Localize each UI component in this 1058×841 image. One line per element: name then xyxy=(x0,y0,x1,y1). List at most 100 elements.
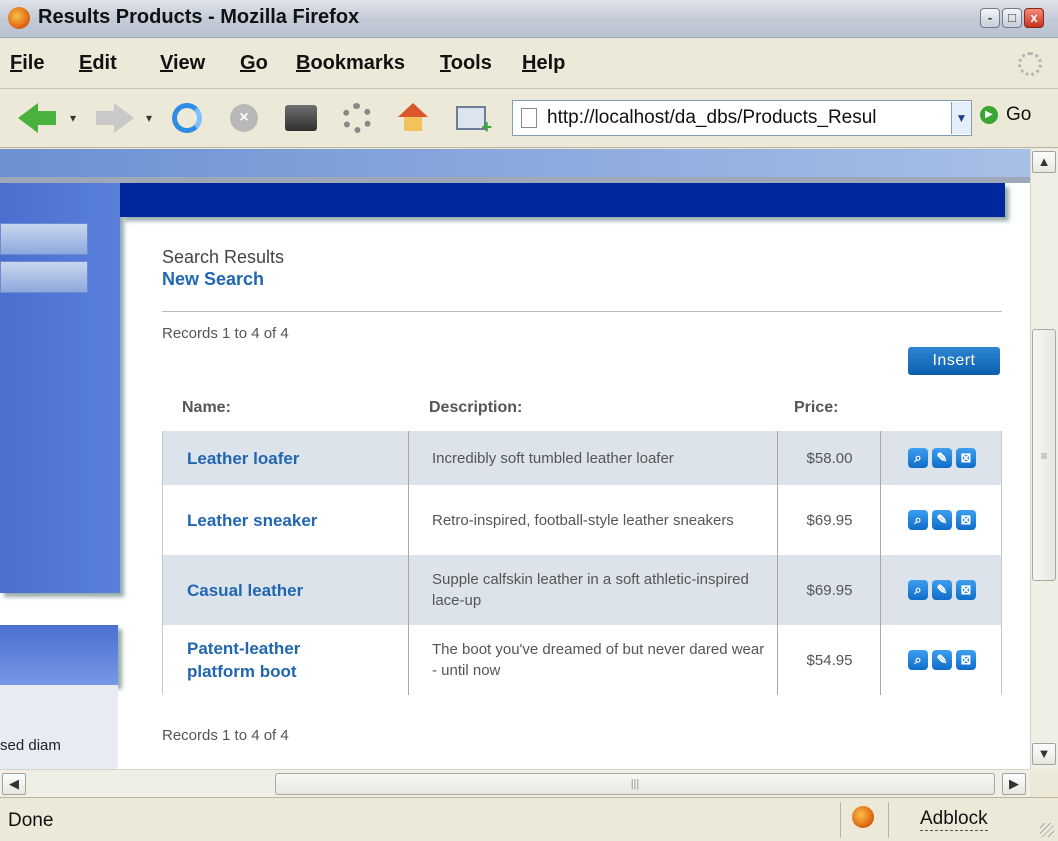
home-button[interactable] xyxy=(398,100,428,136)
menu-bookmarks-accel: B xyxy=(296,52,311,74)
sidebar-box-header xyxy=(0,625,118,685)
menu-tools[interactable]: Tools xyxy=(440,52,492,75)
forward-icon-shaft xyxy=(96,111,114,125)
forward-dropdown[interactable]: ▾ xyxy=(146,100,152,136)
product-link[interactable]: Leather loafer xyxy=(187,447,299,470)
sidebar-button[interactable] xyxy=(0,223,88,255)
status-bar: Done Adblock xyxy=(0,797,1058,841)
delete-icon[interactable]: ⊠ xyxy=(956,650,976,670)
view-icon[interactable]: ⌕ xyxy=(908,448,928,468)
price-cell: $69.95 xyxy=(779,555,881,625)
actions-cell: ⌕ ✎ ⊠ xyxy=(882,431,1002,485)
reload-icon xyxy=(172,103,202,133)
delete-icon[interactable]: ⊠ xyxy=(956,448,976,468)
menu-help[interactable]: Help xyxy=(522,52,565,75)
reload-button[interactable] xyxy=(172,100,202,136)
menu-file-accel: F xyxy=(10,52,23,74)
delete-icon[interactable]: ⊠ xyxy=(956,580,976,600)
scroll-down-button[interactable]: ▼ xyxy=(1032,743,1056,765)
vertical-scrollbar[interactable]: ▲ ≡ ▼ xyxy=(1030,149,1058,769)
actions-cell: ⌕ ✎ ⊠ xyxy=(882,555,1002,625)
product-link[interactable]: Leather sneaker xyxy=(187,509,317,532)
status-divider xyxy=(888,802,889,838)
table-row: Patent-leather platform boot The boot yo… xyxy=(162,625,1002,695)
table-header: Name: Description: Price: xyxy=(162,399,1002,429)
go-button[interactable]: ▶ Go xyxy=(980,104,1031,126)
page-content: sed diam Search Results New Search Recor… xyxy=(0,149,1030,769)
firefox-logo-icon xyxy=(8,7,30,29)
menu-edit-label: dit xyxy=(92,52,117,74)
menu-go-label: o xyxy=(255,52,268,74)
minimize-button[interactable]: - xyxy=(980,8,1000,28)
back-icon xyxy=(18,103,38,133)
product-link[interactable]: Patent-leather platform boot xyxy=(187,637,357,683)
resize-grip-icon[interactable] xyxy=(1040,823,1054,837)
vertical-scroll-thumb[interactable]: ≡ xyxy=(1032,329,1056,581)
firefox-status-icon[interactable] xyxy=(852,806,874,828)
scroll-left-button[interactable]: ◀ xyxy=(2,773,26,795)
menu-view-label: iew xyxy=(172,52,206,74)
address-input[interactable]: http://localhost/da_dbs/Products_Resul xyxy=(547,107,951,129)
go-label: Go xyxy=(1006,104,1032,125)
product-link[interactable]: Casual leather xyxy=(187,579,303,602)
status-text: Done xyxy=(8,810,54,831)
menu-view[interactable]: View xyxy=(160,52,205,75)
left-sidebar xyxy=(0,183,120,593)
status-divider xyxy=(840,802,841,838)
close-button[interactable]: x xyxy=(1024,8,1044,28)
horizontal-scroll-thumb[interactable]: ||| xyxy=(275,773,995,795)
address-dropdown-button[interactable]: ▼ xyxy=(951,102,971,134)
new-window-button[interactable] xyxy=(456,100,492,138)
adblock-button[interactable]: Adblock xyxy=(920,808,988,831)
menu-edit[interactable]: Edit xyxy=(79,52,117,75)
browser-window: Results Products - Mozilla Firefox - □ x… xyxy=(0,0,1058,841)
back-dropdown[interactable]: ▾ xyxy=(70,100,76,136)
divider xyxy=(162,311,1002,312)
menu-help-accel: H xyxy=(522,52,537,74)
scroll-right-button[interactable]: ▶ xyxy=(1002,773,1026,795)
print-button[interactable] xyxy=(285,100,317,136)
sidebar-button[interactable] xyxy=(0,261,88,293)
edit-icon[interactable]: ✎ xyxy=(932,510,952,530)
delete-icon[interactable]: ⊠ xyxy=(956,510,976,530)
edit-icon[interactable]: ✎ xyxy=(932,650,952,670)
maximize-button[interactable]: □ xyxy=(1002,8,1022,28)
column-header-price: Price: xyxy=(794,399,839,416)
back-icon-shaft xyxy=(38,111,56,125)
scrollbar-corner xyxy=(1030,769,1058,797)
horizontal-scrollbar[interactable]: ◀ ||| ▶ xyxy=(0,769,1030,797)
results-table: Leather loafer Incredibly soft tumbled l… xyxy=(162,431,1002,695)
insert-button[interactable]: Insert xyxy=(908,347,1000,375)
actions-cell: ⌕ ✎ ⊠ xyxy=(882,485,1002,555)
menu-bookmarks[interactable]: Bookmarks xyxy=(296,52,405,75)
edit-icon[interactable]: ✎ xyxy=(932,448,952,468)
top-navigation-bar xyxy=(120,183,1005,217)
name-cell: Leather sneaker xyxy=(163,485,409,555)
view-icon[interactable]: ⌕ xyxy=(908,510,928,530)
name-cell: Patent-leather platform boot xyxy=(163,625,409,695)
sidebar-box xyxy=(0,685,118,769)
menu-file[interactable]: File xyxy=(10,52,44,75)
menu-view-accel: V xyxy=(160,52,173,74)
menu-go-accel: G xyxy=(240,52,256,74)
dropdown-arrow-icon: ▾ xyxy=(146,111,153,125)
address-bar[interactable]: http://localhost/da_dbs/Products_Resul ▼ xyxy=(512,100,972,136)
view-icon[interactable]: ⌕ xyxy=(908,650,928,670)
menu-go[interactable]: Go xyxy=(240,52,268,75)
edit-icon[interactable]: ✎ xyxy=(932,580,952,600)
results-panel: Search Results New Search Records 1 to 4… xyxy=(162,247,1002,695)
print-icon xyxy=(285,105,317,131)
column-header-description: Description: xyxy=(429,399,523,416)
menu-bar: File Edit View Go Bookmarks Tools Help xyxy=(0,39,1058,89)
view-icon[interactable]: ⌕ xyxy=(908,580,928,600)
stop-button[interactable]: × xyxy=(230,100,258,136)
menu-tools-label: ools xyxy=(450,52,492,74)
back-button[interactable] xyxy=(18,100,56,136)
table-row: Leather sneaker Retro-inspired, football… xyxy=(162,485,1002,555)
forward-button[interactable] xyxy=(96,100,134,136)
column-header-name: Name: xyxy=(182,399,231,416)
description-cell: Supple calfskin leather in a soft athlet… xyxy=(410,555,778,625)
scroll-up-button[interactable]: ▲ xyxy=(1032,151,1056,173)
new-search-link[interactable]: New Search xyxy=(162,269,1002,290)
settings-button[interactable] xyxy=(342,100,372,136)
